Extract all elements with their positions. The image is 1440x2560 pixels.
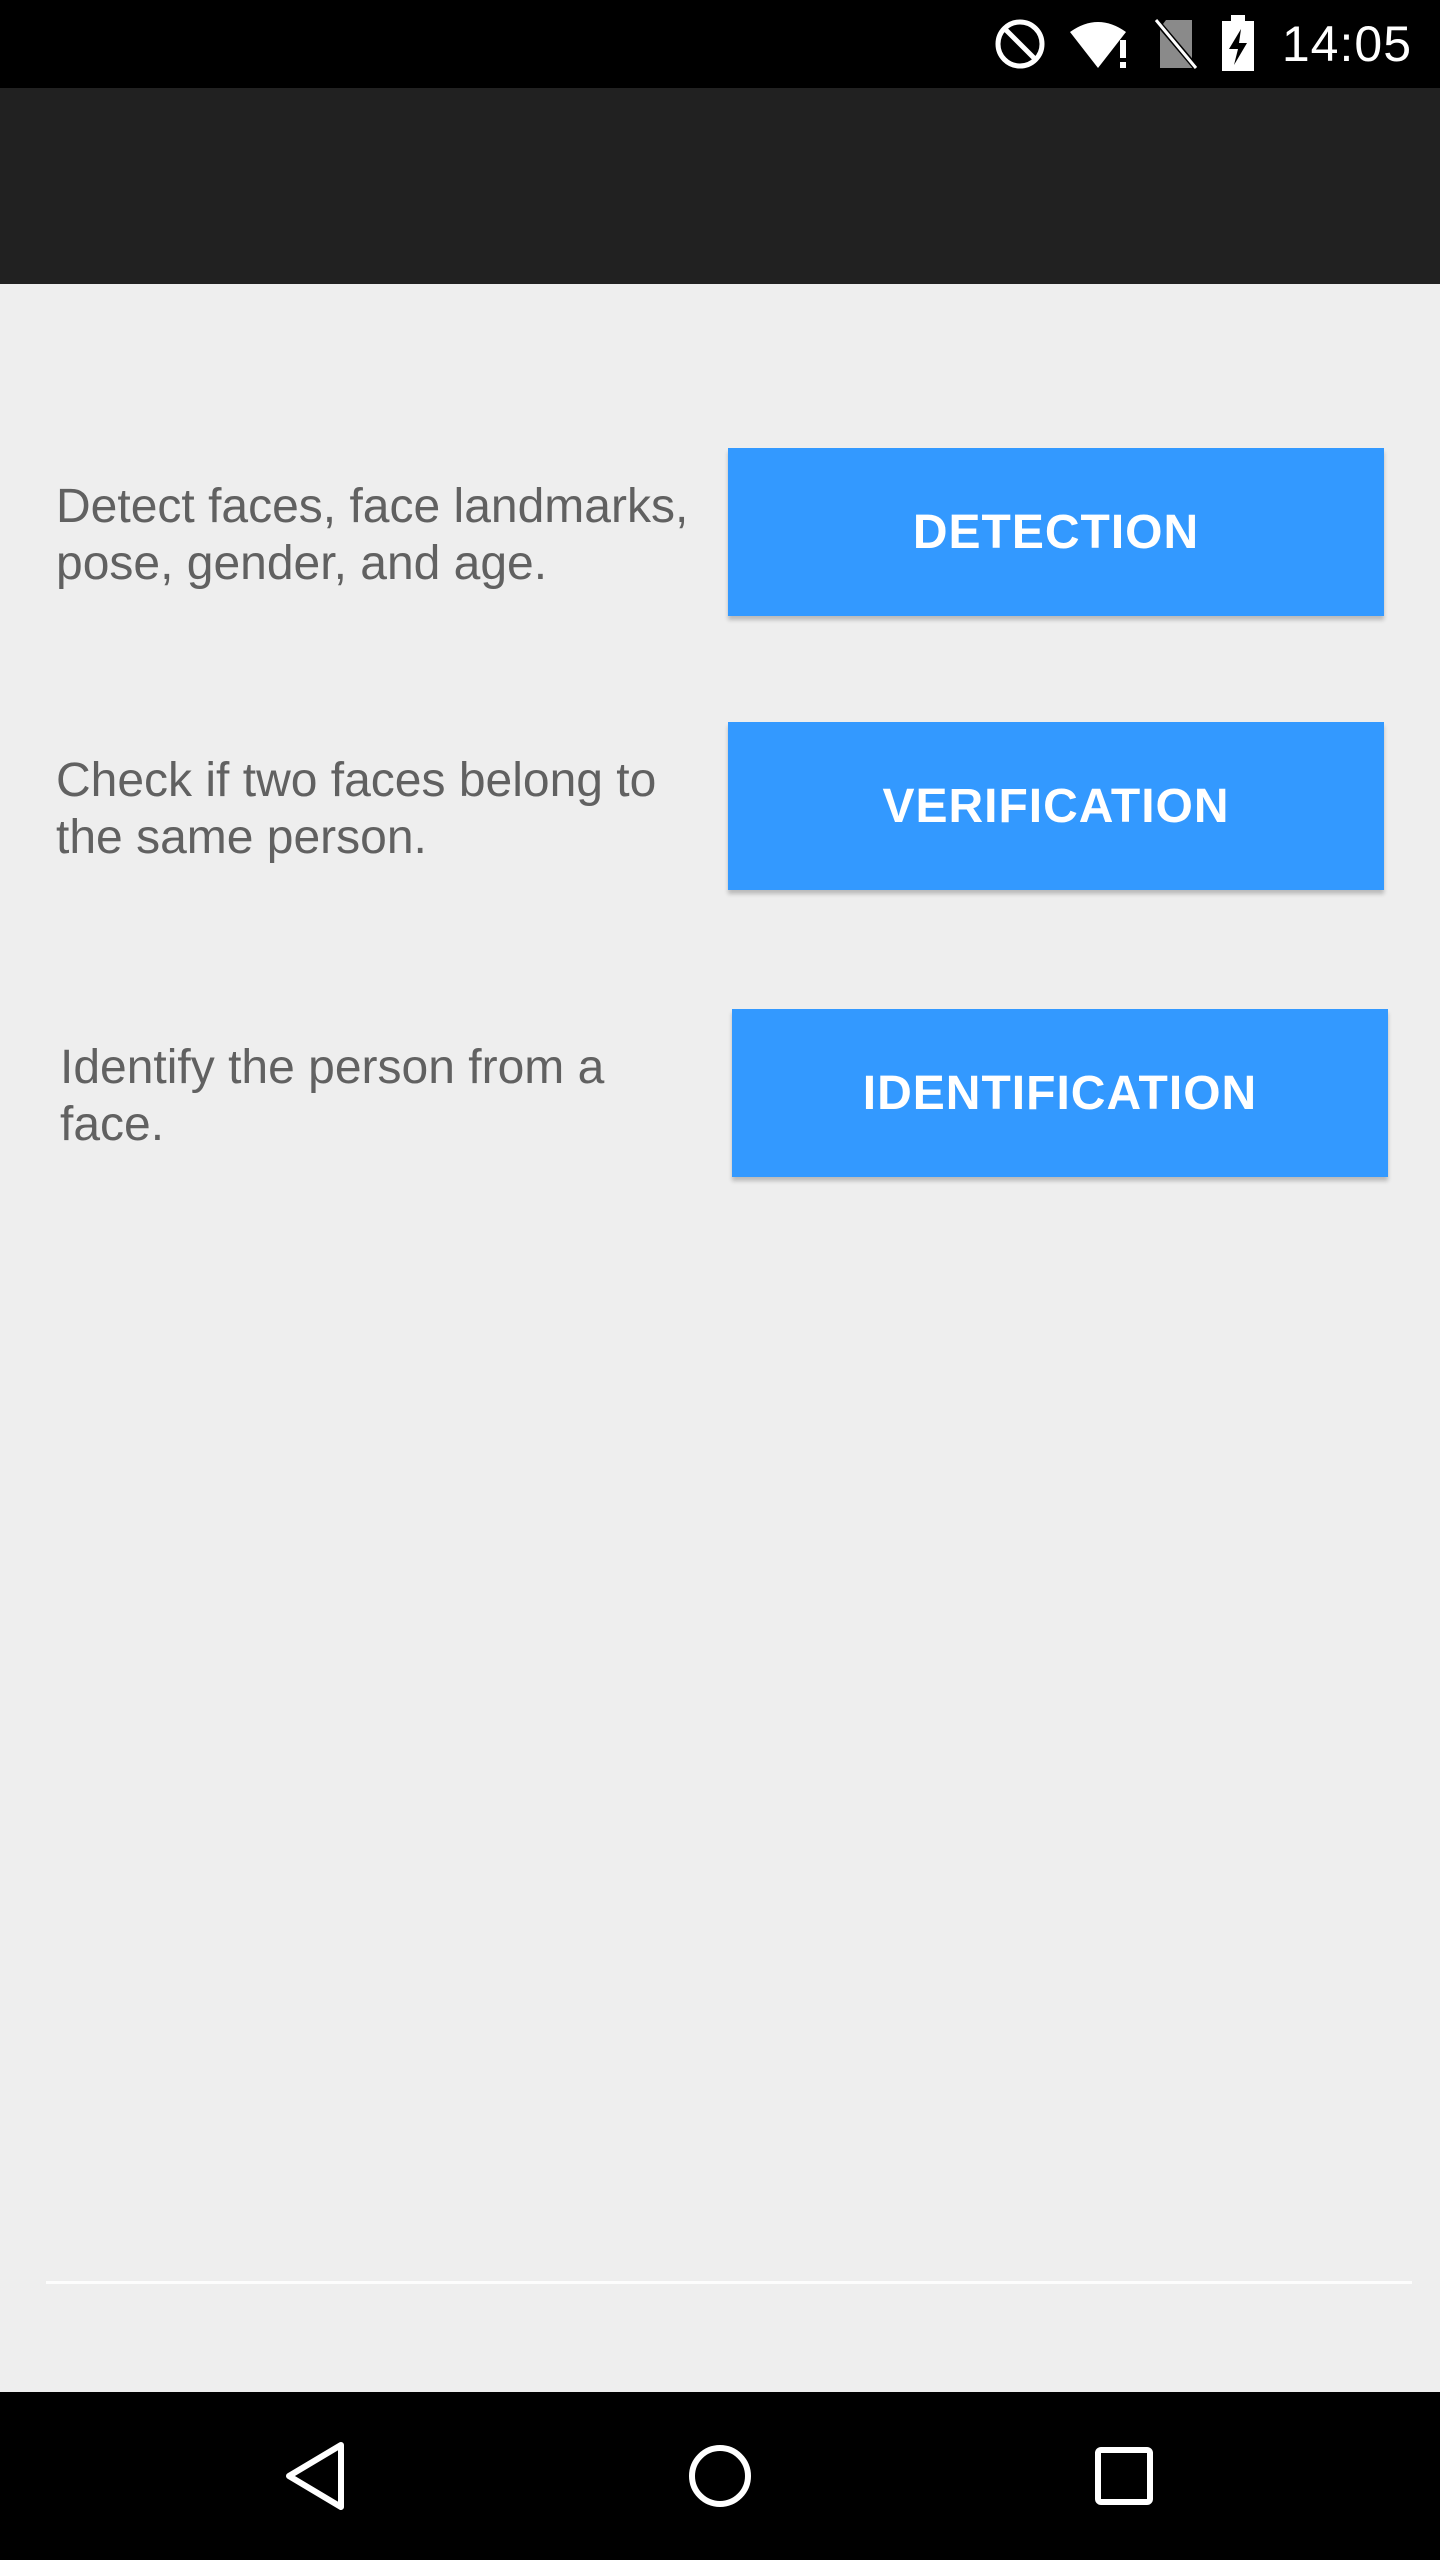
- do-not-disturb-icon: [995, 19, 1045, 69]
- status-bar: 14:05: [0, 0, 1440, 88]
- main-content: Detect faces, face landmarks, pose, gend…: [0, 284, 1440, 2392]
- navigation-bar: [0, 2392, 1440, 2560]
- no-sim-icon: [1151, 16, 1200, 72]
- back-icon: [286, 2442, 344, 2510]
- divider: [46, 2281, 1412, 2284]
- identification-button[interactable]: IDENTIFICATION: [732, 1009, 1388, 1177]
- home-icon: [689, 2445, 751, 2507]
- app-bar: [0, 88, 1440, 284]
- feature-row-verification: Check if two faces belong to the same pe…: [0, 722, 1440, 890]
- wifi-alert-icon: [1069, 22, 1126, 68]
- identification-description: Identify the person from a face.: [60, 1041, 605, 1151]
- recents-icon: [1095, 2447, 1153, 2505]
- nav-home-button[interactable]: [640, 2392, 800, 2560]
- verification-description: Check if two faces belong to the same pe…: [56, 754, 657, 864]
- detection-button[interactable]: DETECTION: [728, 448, 1384, 616]
- status-clock: 14:05: [1281, 16, 1412, 72]
- feature-row-identification: Identify the person from a face. IDENTIF…: [0, 1009, 1440, 1177]
- battery-charging-icon: [1221, 15, 1254, 71]
- feature-row-detection: Detect faces, face landmarks, pose, gend…: [0, 448, 1440, 616]
- status-icons: 14:05: [992, 0, 1412, 88]
- detection-description: Detect faces, face landmarks, pose, gend…: [56, 480, 689, 590]
- nav-recents-button[interactable]: [1044, 2392, 1204, 2560]
- nav-back-button[interactable]: [236, 2392, 396, 2560]
- verification-button[interactable]: VERIFICATION: [728, 722, 1384, 890]
